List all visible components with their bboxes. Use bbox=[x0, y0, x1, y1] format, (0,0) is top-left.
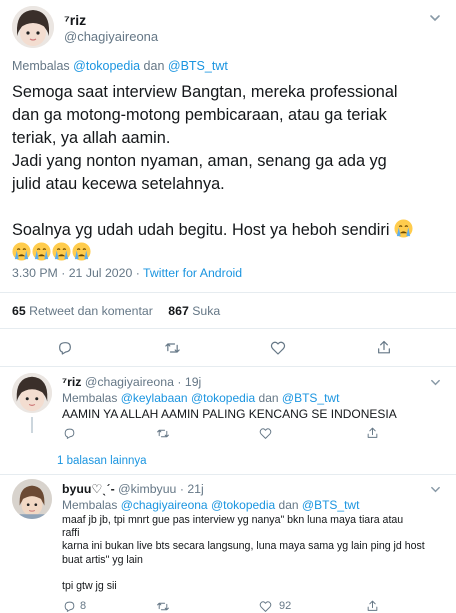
crying-face-emoji bbox=[52, 242, 71, 261]
tweet-line: dan ga motong-motong pembicaraan, atau g… bbox=[12, 106, 387, 124]
mention-link[interactable]: @chagiyaireona bbox=[121, 498, 208, 512]
author-handle[interactable]: @kimbyuu bbox=[118, 482, 176, 496]
reply-time[interactable]: 21j bbox=[187, 482, 203, 496]
tweet-line: julid atau kecewa setelahnya. bbox=[12, 175, 225, 193]
mention-link[interactable]: @BTS_twt bbox=[282, 391, 340, 405]
likes-label: Suka bbox=[192, 304, 221, 318]
reply-icon[interactable] bbox=[63, 427, 76, 440]
reply-time[interactable]: 19j bbox=[185, 375, 201, 389]
mention-link[interactable]: @BTS_twt bbox=[168, 59, 228, 73]
reply-context: Membalas @tokopedia dan @BTS_twt bbox=[12, 59, 228, 73]
avatar[interactable] bbox=[12, 373, 52, 413]
crying-face-emoji bbox=[72, 242, 91, 261]
author-name[interactable]: ⁷riz bbox=[62, 375, 81, 389]
crying-face-emoji bbox=[394, 219, 413, 238]
author-name[interactable]: ⁷riz bbox=[64, 12, 86, 28]
reply-line: karna ini bukan live bts secara langsung… bbox=[62, 540, 425, 553]
reply-header: byuu♡ˎˊ- @kimbyuu · 21j bbox=[62, 482, 204, 496]
share-icon[interactable] bbox=[366, 426, 379, 440]
like-icon[interactable] bbox=[259, 427, 272, 440]
reply-line: raffi bbox=[62, 527, 80, 540]
tweet-line: Semoga saat interview Bangtan, mereka pr… bbox=[12, 83, 398, 101]
dot-separator: · bbox=[177, 375, 182, 389]
avatar[interactable] bbox=[12, 6, 54, 48]
mention-link[interactable]: @keylabaan bbox=[121, 391, 188, 405]
tweet-line: Jadi yang nonton nyaman, aman, senang ga… bbox=[12, 152, 387, 170]
reply-line: maaf jb jb, tpi mnrt gue pas interview y… bbox=[62, 514, 404, 526]
tweet-meta: 3.30 PM · 21 Jul 2020 · Twitter for Andr… bbox=[12, 266, 242, 280]
like-count: 92 bbox=[279, 600, 292, 612]
thread-line bbox=[31, 417, 33, 433]
chevron-down-icon[interactable] bbox=[430, 484, 441, 495]
retweets-stat[interactable]: 65 Retweet dan komentar bbox=[12, 304, 156, 318]
likes-stat[interactable]: 867 Suka bbox=[168, 304, 220, 318]
retweets-label: Retweet dan komentar bbox=[29, 304, 153, 318]
reply-line: buat artis" yg lain bbox=[62, 553, 143, 566]
reply-count: 8 bbox=[80, 600, 87, 612]
retweet-icon[interactable] bbox=[164, 340, 181, 356]
mention-link[interactable]: @tokopedia bbox=[191, 391, 255, 405]
reply-text: maaf jb jb, tpi mnrt gue pas interview y… bbox=[62, 514, 450, 593]
reply-text: AAMIN YA ALLAH AAMIN PALING KENCANG SE I… bbox=[62, 407, 397, 421]
chevron-down-icon[interactable] bbox=[430, 377, 441, 388]
emoji-row bbox=[12, 242, 452, 265]
reply-line: tpi gtw jg sii bbox=[62, 579, 117, 592]
author-name[interactable]: byuu♡ˎˊ- bbox=[62, 482, 115, 496]
reply-and: dan bbox=[278, 498, 299, 512]
likes-count: 867 bbox=[168, 304, 189, 318]
timestamp[interactable]: 3.30 PM · 21 Jul 2020 · bbox=[12, 266, 140, 280]
reply-and: dan bbox=[143, 59, 165, 73]
mention-link[interactable]: @tokopedia bbox=[73, 59, 140, 73]
reply-context: Membalas @keylabaan @tokopedia dan @BTS_… bbox=[62, 391, 339, 405]
reply-prefix: Membalas bbox=[62, 391, 118, 405]
author-handle[interactable]: @chagiyaireona bbox=[64, 29, 158, 44]
reply-context: Membalas @chagiyaireona @tokopedia dan @… bbox=[62, 498, 359, 512]
avatar[interactable] bbox=[12, 479, 52, 519]
divider bbox=[0, 366, 456, 367]
crying-face-emoji bbox=[12, 242, 31, 261]
chevron-down-icon[interactable] bbox=[429, 12, 441, 24]
reply-icon[interactable] bbox=[57, 340, 73, 356]
crying-face-emoji bbox=[32, 242, 51, 261]
dot-separator: · bbox=[179, 482, 184, 496]
share-icon[interactable] bbox=[366, 599, 379, 613]
divider bbox=[0, 292, 456, 293]
retweets-count: 65 bbox=[12, 304, 26, 318]
mention-link[interactable]: @BTS_twt bbox=[302, 498, 360, 512]
share-icon[interactable] bbox=[376, 339, 392, 356]
reply-header: ⁷riz @chagiyaireona · 19j bbox=[62, 375, 201, 389]
tweet-line: Soalnya yg udah udah begitu. Host ya heb… bbox=[12, 219, 452, 242]
divider bbox=[0, 328, 456, 329]
retweet-icon[interactable] bbox=[156, 600, 170, 613]
reply-icon[interactable] bbox=[63, 600, 76, 613]
tweet-stats: 65 Retweet dan komentar 867 Suka bbox=[12, 304, 220, 318]
author-handle[interactable]: @chagiyaireona bbox=[85, 375, 174, 389]
reply-prefix: Membalas bbox=[12, 59, 70, 73]
mention-link[interactable]: @tokopedia bbox=[211, 498, 275, 512]
more-replies-link[interactable]: 1 balasan lainnya bbox=[57, 455, 147, 467]
reply-prefix: Membalas bbox=[62, 498, 118, 512]
source-link[interactable]: Twitter for Android bbox=[143, 266, 242, 280]
tweet-text: Semoga saat interview Bangtan, mereka pr… bbox=[12, 81, 452, 265]
reply-and: dan bbox=[258, 391, 279, 405]
retweet-icon[interactable] bbox=[156, 427, 170, 440]
like-icon[interactable] bbox=[259, 600, 272, 613]
tweet-line: teriak, ya allah aamin. bbox=[12, 129, 171, 147]
like-icon[interactable] bbox=[270, 340, 286, 356]
divider bbox=[0, 474, 456, 475]
